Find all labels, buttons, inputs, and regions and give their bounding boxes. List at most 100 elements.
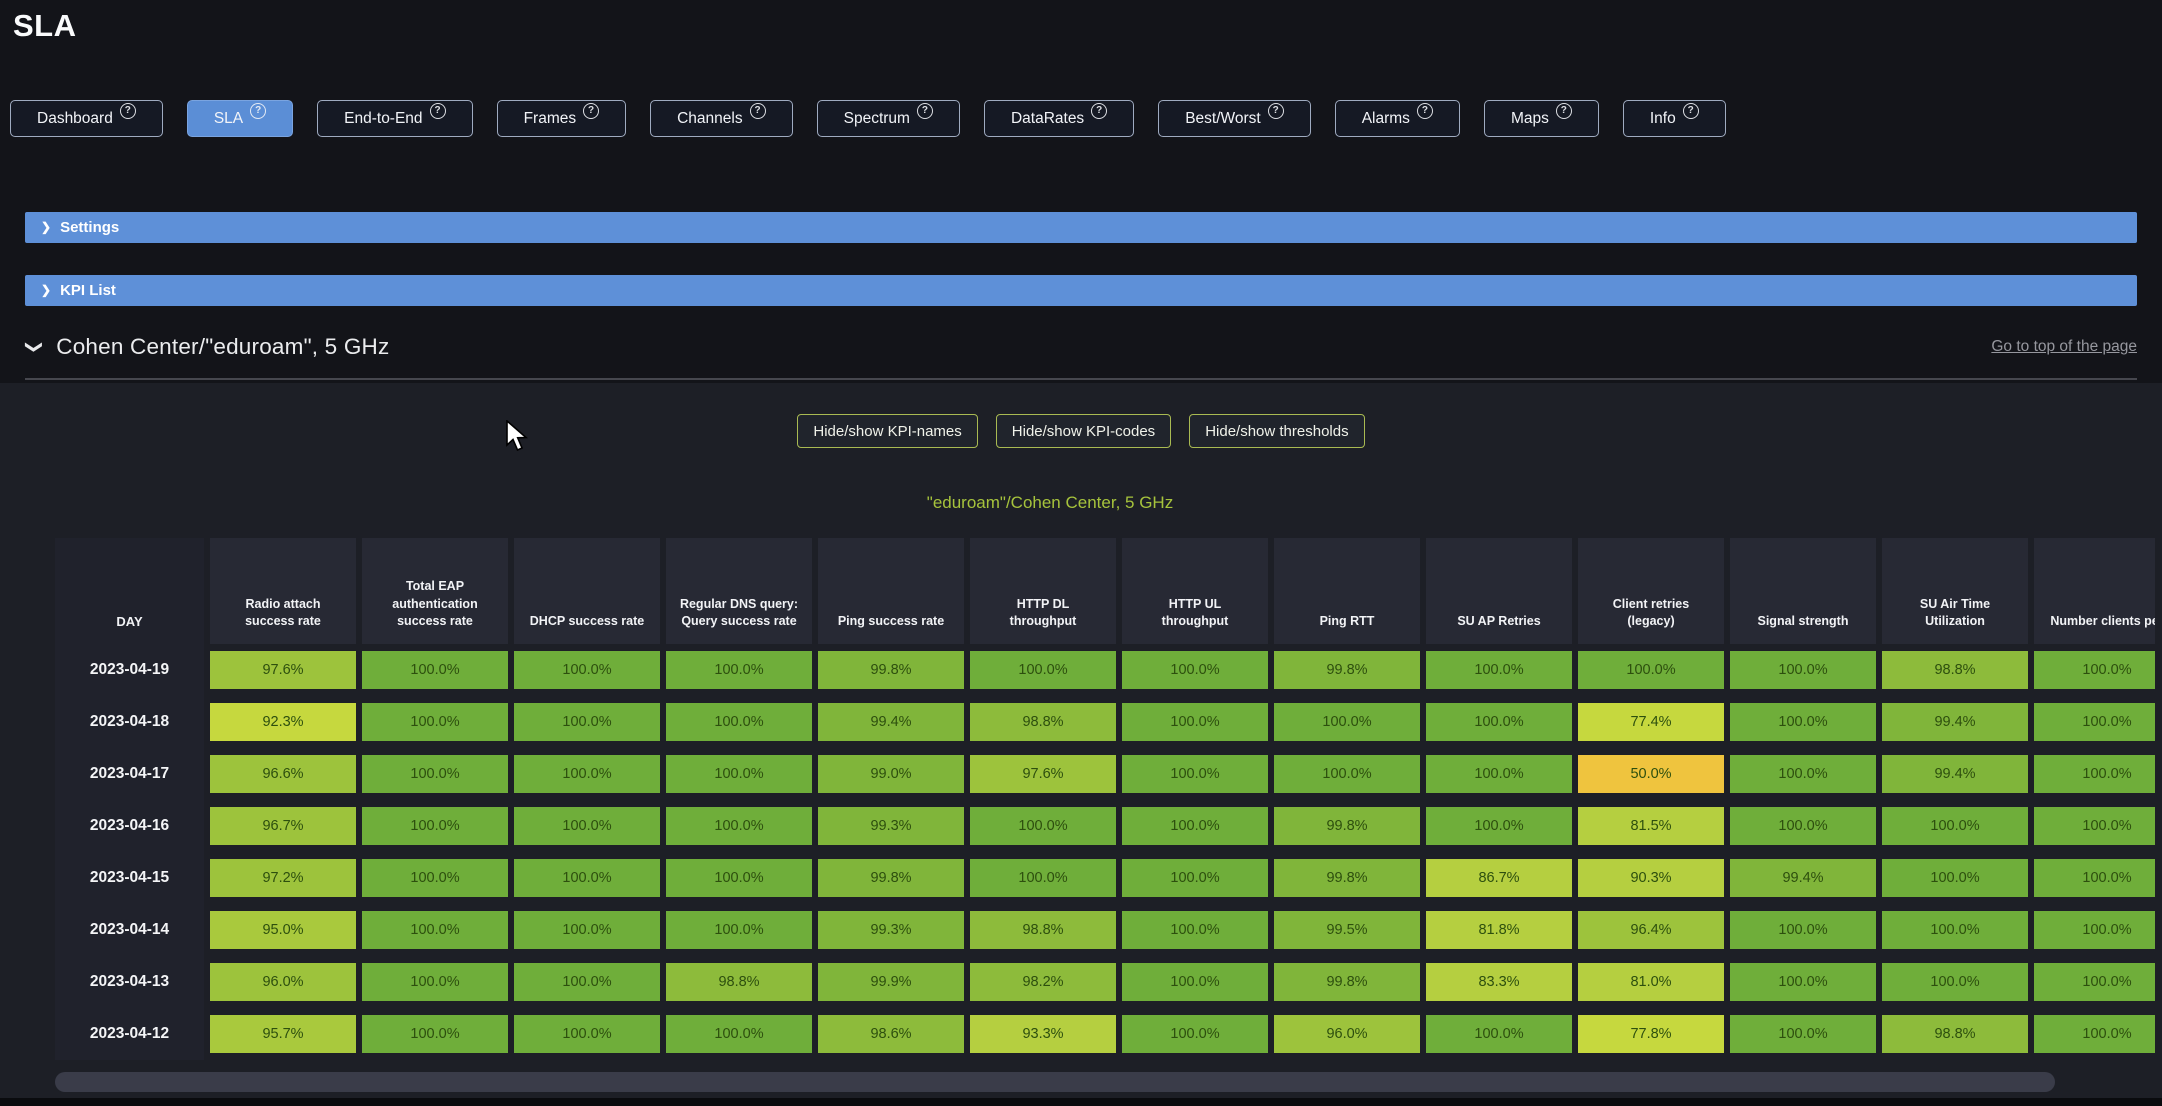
tab-info[interactable]: Info? bbox=[1623, 100, 1726, 137]
accordion-settings[interactable]: ❯ Settings bbox=[25, 212, 2137, 243]
table-row: 2023-04-1495.0%100.0%100.0%100.0%99.3%98… bbox=[55, 904, 2155, 956]
day-cell: 2023-04-12 bbox=[55, 1008, 204, 1060]
kpi-cell: 99.4% bbox=[1882, 748, 2028, 800]
tab-alarms[interactable]: Alarms? bbox=[1335, 100, 1460, 137]
kpi-cell: 100.0% bbox=[1426, 748, 1572, 800]
kpi-value-chip: 100.0% bbox=[1730, 911, 1876, 949]
kpi-cell: 95.0% bbox=[210, 904, 356, 956]
kpi-value-chip: 100.0% bbox=[2034, 651, 2155, 689]
tab-label: Info bbox=[1650, 110, 1676, 128]
table-header-row: DAYRadio attach success rateTotal EAP au… bbox=[55, 538, 2155, 644]
kpi-cell: 99.9% bbox=[818, 956, 964, 1008]
go-to-top-link[interactable]: Go to top of the page bbox=[1991, 338, 2137, 356]
kpi-cell: 100.0% bbox=[666, 800, 812, 852]
kpi-value-chip: 100.0% bbox=[2034, 911, 2155, 949]
day-cell: 2023-04-15 bbox=[55, 852, 204, 904]
kpi-value-chip: 100.0% bbox=[514, 963, 660, 1001]
kpi-cell: 83.3% bbox=[1426, 956, 1572, 1008]
tab-label: SLA bbox=[214, 110, 243, 128]
kpi-value-chip: 100.0% bbox=[1122, 1015, 1268, 1053]
tab-dashboard[interactable]: Dashboard? bbox=[10, 100, 163, 137]
table-header-cell: SU AP Retries bbox=[1426, 538, 1572, 644]
accordion-kpi-list[interactable]: ❯ KPI List bbox=[25, 275, 2137, 306]
kpi-cell: 100.0% bbox=[1122, 904, 1268, 956]
kpi-value-chip: 100.0% bbox=[2034, 963, 2155, 1001]
kpi-value-chip: 100.0% bbox=[1882, 859, 2028, 897]
kpi-cell: 100.0% bbox=[1882, 800, 2028, 852]
kpi-value-chip: 100.0% bbox=[1122, 859, 1268, 897]
kpi-cell: 100.0% bbox=[666, 904, 812, 956]
kpi-cell: 100.0% bbox=[2034, 748, 2155, 800]
help-icon: ? bbox=[583, 103, 599, 119]
kpi-cell: 100.0% bbox=[2034, 644, 2155, 696]
toolbar-button-hide-show-thresholds[interactable]: Hide/show thresholds bbox=[1189, 414, 1364, 448]
kpi-cell: 100.0% bbox=[2034, 904, 2155, 956]
tab-label: Maps bbox=[1511, 110, 1549, 128]
kpi-value-chip: 99.3% bbox=[818, 807, 964, 845]
kpi-cell: 90.3% bbox=[1578, 852, 1724, 904]
kpi-cell: 100.0% bbox=[2034, 800, 2155, 852]
kpi-cell: 100.0% bbox=[514, 956, 660, 1008]
kpi-value-chip: 100.0% bbox=[2034, 703, 2155, 741]
kpi-value-chip: 99.4% bbox=[1882, 755, 2028, 793]
kpi-value-chip: 100.0% bbox=[1426, 755, 1572, 793]
kpi-cell: 100.0% bbox=[1730, 696, 1876, 748]
kpi-cell: 100.0% bbox=[362, 956, 508, 1008]
kpi-value-chip: 99.9% bbox=[818, 963, 964, 1001]
kpi-value-chip: 99.8% bbox=[1274, 807, 1420, 845]
kpi-value-chip: 100.0% bbox=[666, 703, 812, 741]
tab-best-worst[interactable]: Best/Worst? bbox=[1158, 100, 1311, 137]
kpi-cell: 97.2% bbox=[210, 852, 356, 904]
help-icon: ? bbox=[1683, 103, 1699, 119]
accordion-settings-label: Settings bbox=[60, 219, 119, 236]
kpi-cell: 100.0% bbox=[514, 852, 660, 904]
help-icon: ? bbox=[250, 103, 266, 119]
kpi-cell: 96.0% bbox=[210, 956, 356, 1008]
kpi-cell: 93.3% bbox=[970, 1008, 1116, 1060]
kpi-cell: 100.0% bbox=[1730, 956, 1876, 1008]
kpi-cell: 100.0% bbox=[514, 800, 660, 852]
kpi-cell: 100.0% bbox=[970, 852, 1116, 904]
kpi-value-chip: 90.3% bbox=[1578, 859, 1724, 897]
kpi-cell: 100.0% bbox=[666, 644, 812, 696]
toolbar-button-hide-show-kpi-names[interactable]: Hide/show KPI-names bbox=[797, 414, 977, 448]
kpi-value-chip: 100.0% bbox=[1426, 651, 1572, 689]
table-row: 2023-04-1892.3%100.0%100.0%100.0%99.4%98… bbox=[55, 696, 2155, 748]
tab-label: Dashboard bbox=[37, 110, 113, 128]
kpi-value-chip: 100.0% bbox=[666, 859, 812, 897]
chevron-down-icon[interactable]: ❯ bbox=[24, 340, 44, 354]
tab-maps[interactable]: Maps? bbox=[1484, 100, 1599, 137]
kpi-cell: 81.5% bbox=[1578, 800, 1724, 852]
kpi-value-chip: 98.2% bbox=[970, 963, 1116, 1001]
toolbar-button-hide-show-kpi-codes[interactable]: Hide/show KPI-codes bbox=[996, 414, 1171, 448]
kpi-value-chip: 81.5% bbox=[1578, 807, 1724, 845]
kpi-value-chip: 99.4% bbox=[1882, 703, 2028, 741]
day-cell: 2023-04-16 bbox=[55, 800, 204, 852]
tab-sla[interactable]: SLA? bbox=[187, 100, 293, 137]
kpi-cell: 100.0% bbox=[1730, 748, 1876, 800]
kpi-cell: 99.8% bbox=[1274, 800, 1420, 852]
section-divider bbox=[25, 378, 2137, 380]
kpi-value-chip: 95.7% bbox=[210, 1015, 356, 1053]
tab-channels[interactable]: Channels? bbox=[650, 100, 793, 137]
day-header-cell: DAY bbox=[55, 538, 204, 644]
day-cell: 2023-04-19 bbox=[55, 644, 204, 696]
kpi-value-chip: 100.0% bbox=[1274, 755, 1420, 793]
kpi-cell: 100.0% bbox=[1426, 1008, 1572, 1060]
kpi-value-chip: 100.0% bbox=[2034, 807, 2155, 845]
kpi-value-chip: 100.0% bbox=[362, 807, 508, 845]
table-subtitle: "eduroam"/Cohen Center, 5 GHz bbox=[0, 493, 2100, 513]
tab-spectrum[interactable]: Spectrum? bbox=[817, 100, 960, 137]
tab-datarates[interactable]: DataRates? bbox=[984, 100, 1134, 137]
table-header-cell: Ping RTT bbox=[1274, 538, 1420, 644]
kpi-value-chip: 100.0% bbox=[970, 651, 1116, 689]
kpi-cell: 100.0% bbox=[362, 1008, 508, 1060]
tab-end-to-end[interactable]: End-to-End? bbox=[317, 100, 472, 137]
horizontal-scrollbar[interactable] bbox=[55, 1072, 2055, 1092]
kpi-value-chip: 99.0% bbox=[818, 755, 964, 793]
tab-label: Channels bbox=[677, 110, 743, 128]
kpi-value-chip: 99.8% bbox=[1274, 963, 1420, 1001]
kpi-value-chip: 100.0% bbox=[1122, 703, 1268, 741]
kpi-value-chip: 100.0% bbox=[1426, 703, 1572, 741]
tab-frames[interactable]: Frames? bbox=[497, 100, 627, 137]
